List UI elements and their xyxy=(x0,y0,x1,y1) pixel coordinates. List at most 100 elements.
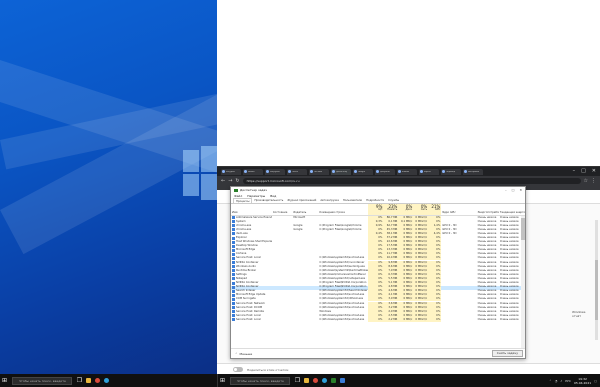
browser-tab[interactable]: Документ xyxy=(375,168,395,175)
tab-favicon-icon xyxy=(244,170,247,173)
tab-app-history[interactable]: Журнал приложений xyxy=(285,198,318,203)
clock[interactable]: 19:32 05.04.2021 xyxy=(574,377,591,385)
language-indicator[interactable]: РУС xyxy=(565,379,571,383)
menu-view[interactable]: Вид xyxy=(270,194,276,198)
tab-processes[interactable]: Процессы xyxy=(233,198,253,203)
process-app-icon xyxy=(232,265,235,269)
edge-icon[interactable] xyxy=(320,374,329,387)
browser-tab-label: Карты xyxy=(424,170,431,173)
header-power[interactable]: Энергопотребление xyxy=(477,204,499,215)
taskbar-search-input[interactable]: Чтобы начать поиск, введите xyxy=(12,376,72,385)
process-table-header: Имя Состояние Издатель Командная строка … xyxy=(231,204,525,216)
process-app-icon xyxy=(232,220,235,224)
close-icon[interactable]: ✕ xyxy=(592,167,596,176)
tab-favicon-icon xyxy=(222,170,225,173)
network-label: Сеть xyxy=(420,208,428,211)
process-cell-path: C:\Program Files\Google\Chrome xyxy=(319,227,362,231)
process-app-icon xyxy=(232,252,235,256)
menu-icon[interactable]: ⋮ xyxy=(591,178,596,184)
task-view-icon[interactable]: ❐ xyxy=(75,374,84,387)
browser-tab[interactable]: Файлы xyxy=(397,168,417,175)
network-icon[interactable]: ◔ xyxy=(555,379,558,383)
minimize-icon[interactable]: – xyxy=(573,167,576,176)
tab-startup[interactable]: Автозагрузка xyxy=(318,198,340,203)
header-gpu[interactable]: 21% GPU xyxy=(428,204,442,215)
page-scrollbar[interactable] xyxy=(595,220,598,340)
edge-icon[interactable] xyxy=(102,374,111,387)
process-app-icon xyxy=(232,240,235,244)
end-task-button[interactable]: Снять задачу xyxy=(491,350,523,357)
browser-tab[interactable]: Ресурсы xyxy=(221,168,241,175)
start-icon[interactable]: ⊞ xyxy=(0,374,9,387)
process-app-icon xyxy=(232,314,235,318)
explorer-icon[interactable] xyxy=(302,374,311,387)
header-memory[interactable]: 23% Память xyxy=(383,204,399,215)
mail-icon[interactable] xyxy=(338,374,347,387)
process-list-scrollbar[interactable] xyxy=(521,216,525,349)
share-toggle[interactable] xyxy=(233,367,243,372)
chevron-up-icon[interactable]: ⌃ xyxy=(235,352,238,356)
minimize-icon[interactable]: – xyxy=(505,188,507,192)
process-app-icon xyxy=(232,228,235,232)
menu-file[interactable]: Файл xyxy=(234,194,242,198)
back-icon[interactable]: ← xyxy=(221,178,225,184)
task-view-icon[interactable]: ❐ xyxy=(293,374,302,387)
header-command-line[interactable]: Командная строка xyxy=(318,204,368,215)
explorer-icon[interactable] xyxy=(84,374,93,387)
browser-tab[interactable]: Настройки xyxy=(463,168,483,175)
tab-favicon-icon xyxy=(420,170,423,173)
chrome-icon[interactable] xyxy=(311,374,320,387)
header-gpu-engine[interactable]: Ядро GPU xyxy=(441,204,476,215)
process-cell-net: 0 Мбит/с xyxy=(413,317,429,322)
process-app-icon xyxy=(232,244,235,248)
reload-icon[interactable]: ↻ xyxy=(235,178,239,184)
tab-details[interactable]: Подробности xyxy=(364,198,386,203)
chevron-up-icon[interactable]: ⌃ xyxy=(549,379,552,383)
chrome-icon[interactable] xyxy=(93,374,102,387)
process-cell-name: Service Host: Local xyxy=(231,318,272,322)
browser-tab-label: Ресурсы xyxy=(226,170,235,173)
tab-users[interactable]: Пользователи xyxy=(341,198,364,203)
forward-icon[interactable]: → xyxy=(228,178,232,184)
maximize-icon[interactable]: □ xyxy=(581,167,586,176)
process-app-icon xyxy=(232,277,235,281)
menu-options[interactable]: Параметры xyxy=(247,194,265,198)
header-power-trend[interactable]: Тенденция энергоп... xyxy=(499,204,525,215)
browser-tab[interactable]: Карты xyxy=(419,168,439,175)
process-cell-publisher: Microsoft xyxy=(293,216,306,219)
start-icon[interactable]: ⊞ xyxy=(218,374,227,387)
browser-tab[interactable]: Notion xyxy=(243,168,263,175)
taskbar-right: ⊞ Чтобы начать поиск, введите ❐ ⌃ ◔ ♪ РУ… xyxy=(217,374,600,387)
header-publisher[interactable]: Издатель xyxy=(292,204,318,215)
task-manager-taskbar-icon[interactable] xyxy=(329,374,338,387)
browser-tab-label: Почта xyxy=(292,170,299,173)
process-app-icon xyxy=(232,302,235,306)
close-icon[interactable]: ✕ xyxy=(519,188,522,192)
header-network[interactable]: 0% Сеть xyxy=(413,204,429,215)
tab-performance[interactable]: Производительность xyxy=(252,198,285,203)
browser-tab[interactable]: Почта xyxy=(287,168,307,175)
fewer-details-link[interactable]: Меньше xyxy=(240,352,253,356)
header-name[interactable]: Имя xyxy=(231,204,272,215)
star-icon[interactable]: ☆ xyxy=(584,178,588,184)
process-cell-gpu: 0% xyxy=(428,317,442,322)
browser-tab[interactable]: Диспетчер xyxy=(331,168,351,175)
taskbar-search-input[interactable]: Чтобы начать поиск, введите xyxy=(230,376,290,385)
browser-tab-label: Notion xyxy=(248,170,255,173)
process-app-icon xyxy=(232,232,235,236)
desktop-wallpaper xyxy=(0,0,217,374)
browser-tab[interactable]: Google xyxy=(353,168,373,175)
header-status[interactable]: Состояние xyxy=(272,204,293,215)
volume-icon[interactable]: ♪ xyxy=(560,379,562,383)
url-input[interactable]: https://support.microsoft.com/ru-ru xyxy=(242,177,581,184)
notifications-icon[interactable]: ▢ xyxy=(594,379,597,383)
maximize-icon[interactable]: □ xyxy=(512,188,515,192)
header-cpu[interactable]: 9% ЦП xyxy=(368,204,384,215)
process-row[interactable]: Service Host: Local C:\Windows\system32\s… xyxy=(231,317,525,322)
tab-favicon-icon xyxy=(464,170,467,173)
browser-tab[interactable]: Загрузки xyxy=(265,168,285,175)
browser-tab[interactable]: YouTube xyxy=(309,168,329,175)
browser-tab[interactable]: Перевод xyxy=(441,168,461,175)
tab-services[interactable]: Службы xyxy=(386,198,401,203)
header-disk[interactable]: 0% Диск xyxy=(398,204,414,215)
